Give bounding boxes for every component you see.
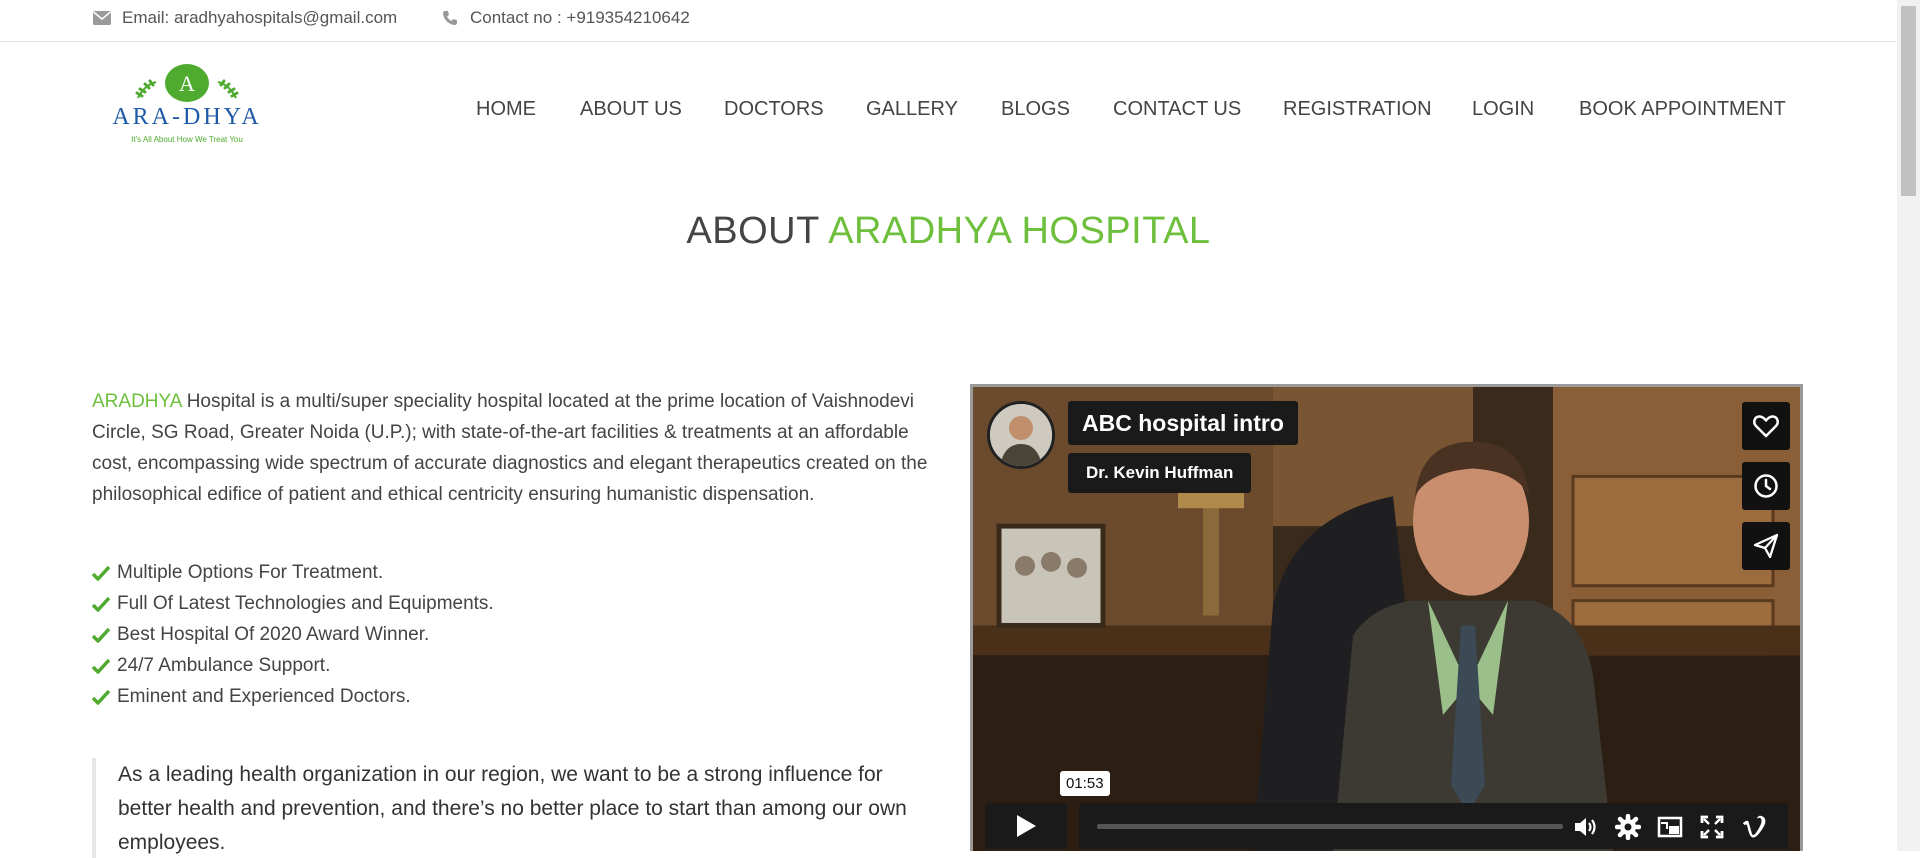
nav-book-appointment[interactable]: BOOK APPOINTMENT — [1579, 98, 1786, 121]
progress-bar[interactable] — [1097, 824, 1563, 829]
logo-letter: A — [179, 71, 195, 96]
fullscreen-button[interactable] — [1699, 814, 1725, 840]
nav-home[interactable]: HOME — [476, 98, 536, 121]
nav-login[interactable]: LOGIN — [1472, 98, 1534, 121]
like-button[interactable] — [1742, 402, 1790, 450]
share-button[interactable] — [1742, 522, 1790, 570]
quote-text: As a leading health organization in our … — [118, 763, 907, 854]
contact-text: Contact no : +919354210642 — [470, 8, 690, 27]
nav-contact-us[interactable]: CONTACT US — [1113, 98, 1241, 121]
list-item: Eminent and Experienced Doctors. — [92, 681, 792, 712]
feature-text: Best Hospital Of 2020 Award Winner. — [117, 624, 430, 645]
check-icon — [92, 658, 110, 674]
nav-about-us[interactable]: ABOUT US — [580, 98, 682, 121]
page-title: ABOUT ARADHYA HOSPITAL — [0, 210, 1897, 253]
nav-gallery[interactable]: GALLERY — [866, 98, 958, 121]
heart-icon — [1753, 415, 1779, 438]
nav-registration[interactable]: REGISTRATION — [1283, 98, 1432, 121]
mission-quote: As a leading health organization in our … — [92, 758, 922, 858]
feature-list: Multiple Options For Treatment. Full Of … — [92, 557, 792, 712]
author-avatar[interactable] — [987, 401, 1055, 469]
check-icon — [92, 596, 110, 612]
list-item: Multiple Options For Treatment. — [92, 557, 792, 588]
picture-in-picture-icon — [1657, 816, 1683, 838]
list-item: Best Hospital Of 2020 Award Winner. — [92, 619, 792, 650]
brand-name: ARADHYA — [92, 391, 182, 412]
gear-icon — [1615, 814, 1641, 840]
pip-button[interactable] — [1657, 814, 1683, 840]
top-contact-bar: Email: aradhyahospitals@gmail.com Contac… — [0, 0, 1897, 42]
phone-icon — [440, 10, 460, 26]
feature-text: Full Of Latest Technologies and Equipmen… — [117, 593, 494, 614]
intro-text: Hospital is a multi/super speciality hos… — [92, 391, 928, 505]
feature-text: Multiple Options For Treatment. — [117, 562, 384, 583]
title-prefix: ABOUT — [686, 210, 820, 252]
video-controls — [985, 803, 1788, 849]
volume-button[interactable] — [1573, 814, 1599, 840]
settings-button[interactable] — [1615, 814, 1641, 840]
list-item: 24/7 Ambulance Support. — [92, 650, 792, 681]
check-icon — [92, 627, 110, 643]
list-item: Full Of Latest Technologies and Equipmen… — [92, 588, 792, 619]
hover-time-tooltip: 01:53 — [1060, 771, 1110, 796]
clock-icon — [1754, 474, 1778, 498]
control-bar — [1079, 803, 1788, 849]
play-icon — [1017, 815, 1036, 837]
video-player[interactable]: ABC hospital intro Dr. Kevin Huffman 01:… — [970, 384, 1803, 851]
send-icon — [1753, 533, 1779, 559]
check-icon — [92, 689, 110, 705]
play-button[interactable] — [985, 803, 1067, 849]
contact-info: Contact no : +919354210642 — [440, 8, 690, 28]
video-author[interactable]: Dr. Kevin Huffman — [1068, 453, 1252, 493]
about-intro: ARADHYA Hospital is a multi/super specia… — [92, 386, 932, 510]
scroll-thumb[interactable] — [1901, 6, 1916, 196]
feature-text: Eminent and Experienced Doctors. — [117, 686, 411, 707]
envelope-icon — [92, 10, 112, 26]
main-nav: HOME ABOUT US DOCTORS GALLERY BLOGS CONT… — [0, 98, 1897, 122]
volume-icon — [1575, 818, 1596, 836]
feature-text: 24/7 Ambulance Support. — [117, 655, 331, 676]
email-info: Email: aradhyahospitals@gmail.com — [92, 8, 397, 28]
vimeo-icon — [1742, 815, 1766, 838]
fullscreen-icon — [1700, 815, 1724, 839]
video-title[interactable]: ABC hospital intro — [1068, 401, 1298, 445]
vimeo-button[interactable] — [1741, 814, 1767, 840]
watch-later-button[interactable] — [1742, 462, 1790, 510]
nav-doctors[interactable]: DOCTORS — [724, 98, 824, 121]
logo-tagline: It's All About How We Treat You — [131, 135, 243, 144]
page-scrollbar[interactable] — [1897, 0, 1920, 851]
nav-blogs[interactable]: BLOGS — [1001, 98, 1070, 121]
title-highlight: ARADHYA HOSPITAL — [828, 210, 1211, 252]
email-text: Email: aradhyahospitals@gmail.com — [122, 8, 398, 27]
check-icon — [92, 565, 110, 581]
